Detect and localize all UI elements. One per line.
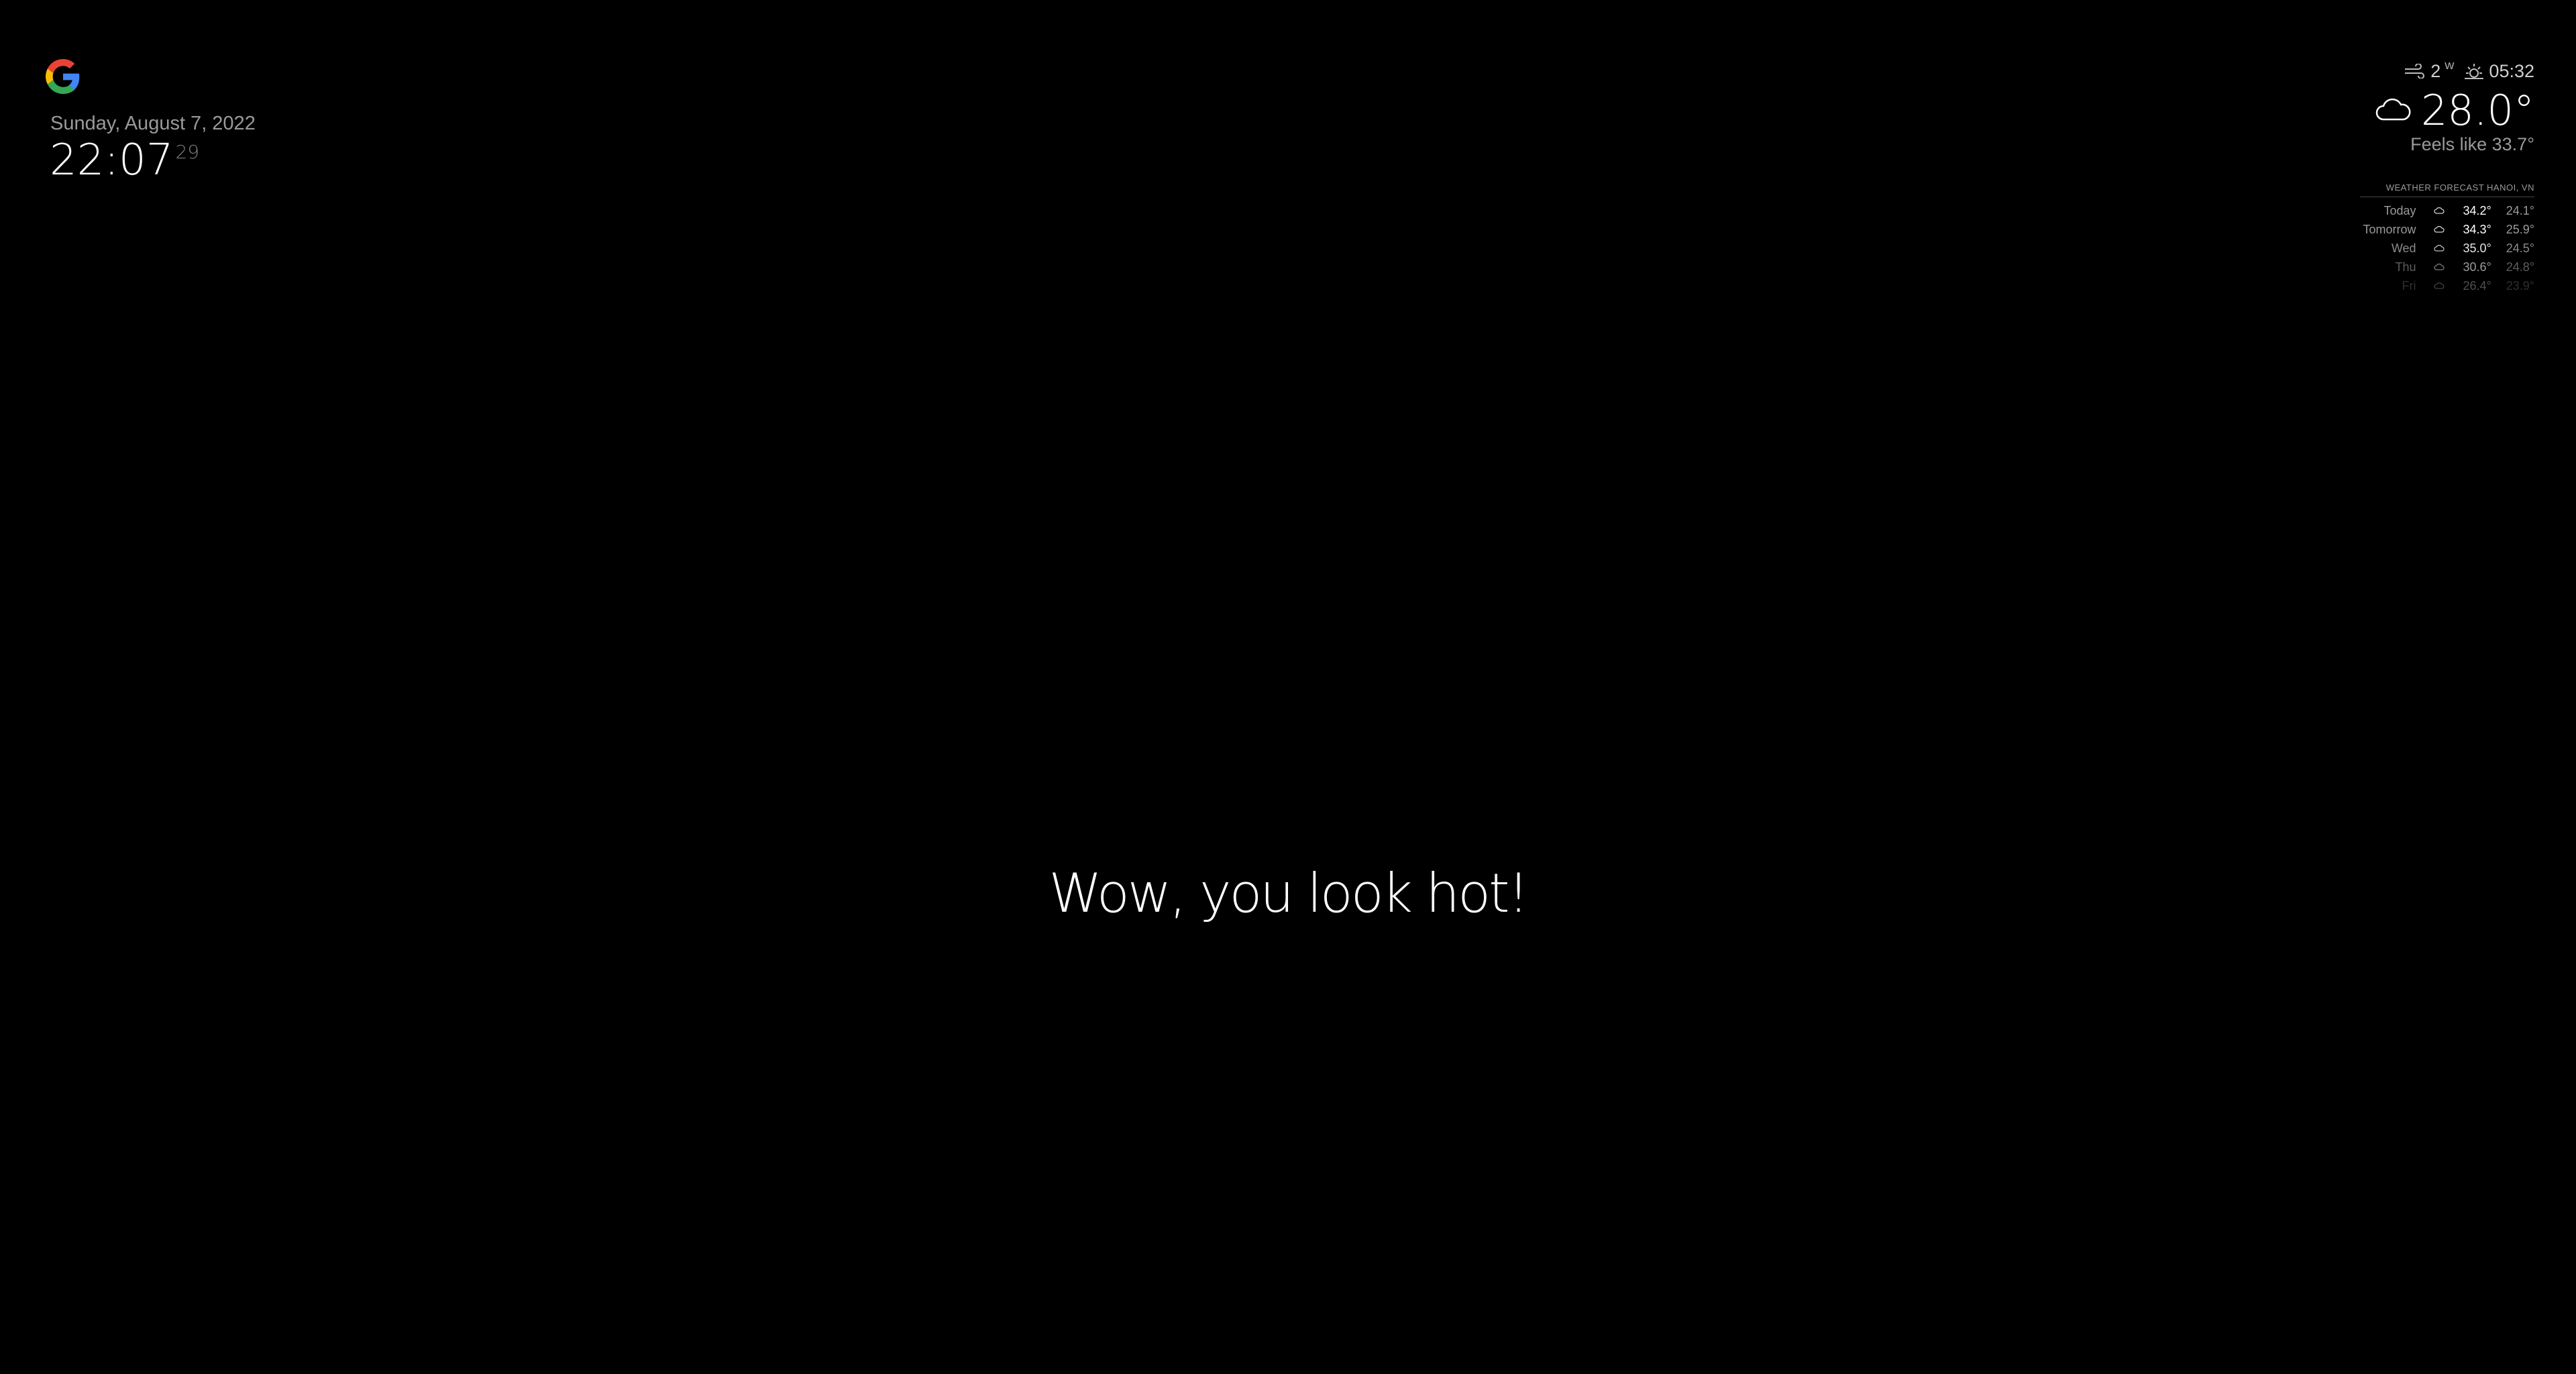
compliment-text: Wow, you look hot!	[1049, 862, 1529, 924]
forecast-day: Wed	[2391, 241, 2416, 255]
forecast-min-temp: 24.5°	[2506, 241, 2534, 255]
sunrise-time: 05:32	[2489, 60, 2534, 81]
google-g-icon	[46, 59, 80, 94]
current-temperature: 28.0°	[2420, 85, 2534, 135]
forecast-row: Wed 35.0° 24.5°	[2363, 239, 2534, 258]
forecast-min-temp: 24.8°	[2506, 260, 2534, 274]
forecast-max-temp: 34.3°	[2463, 222, 2491, 236]
forecast-day: Today	[2383, 203, 2416, 217]
sunrise-icon	[2465, 64, 2484, 79]
forecast-max-temp: 35.0°	[2463, 241, 2491, 255]
cloud-sun-icon	[2433, 207, 2445, 214]
feels-like-text: Feels like 33.7°	[2410, 134, 2534, 154]
forecast-row: Fri 26.4° 23.9°	[2363, 276, 2534, 295]
forecast-max-temp: 26.4°	[2463, 278, 2491, 293]
forecast-table: Today 34.2° 24.1° Tomorrow 34.3° 25.9° Wed 35.0…	[2363, 201, 2534, 295]
forecast-row: Tomorrow 34.3° 25.9°	[2363, 220, 2534, 239]
wind-speed: 2	[2430, 60, 2441, 81]
cloud-sun-icon	[2433, 244, 2445, 252]
forecast-day: Fri	[2402, 278, 2416, 293]
cloud-sun-icon	[2433, 225, 2445, 233]
clock-time: 22:07	[50, 136, 174, 185]
forecast-max-temp: 30.6°	[2463, 260, 2491, 274]
wind-icon	[2405, 64, 2425, 78]
magic-mirror-screen: Sunday, August 7, 2022 22:07 29 Wow, you …	[0, 0, 2576, 1374]
forecast-day: Thu	[2395, 260, 2416, 274]
forecast-min-temp: 23.9°	[2506, 278, 2534, 293]
forecast-day: Tomorrow	[2363, 222, 2416, 236]
forecast-header: WEATHER FORECAST HANOI, VN	[2360, 182, 2534, 197]
cloud-icon	[2433, 282, 2445, 289]
forecast-row: Today 34.2° 24.1°	[2363, 201, 2534, 220]
forecast-max-temp: 34.2°	[2463, 203, 2491, 217]
wind-direction: W	[2445, 60, 2455, 72]
forecast-row: Thu 30.6° 24.8°	[2363, 258, 2535, 276]
cloud-sun-icon	[2433, 263, 2445, 270]
clock-seconds: 29	[175, 141, 200, 163]
current-temp-row: 28.0°	[2159, 85, 2534, 135]
forecast-min-temp: 24.1°	[2506, 203, 2534, 217]
weather-wind-sun-row: 2W 05:32	[2159, 58, 2534, 85]
date-text: Sunday, August 7, 2022	[50, 113, 256, 134]
weather-module: 2W 05:32 28.0° Feels like 33.7° WEATHER …	[2159, 58, 2534, 295]
forecast-min-temp: 25.9°	[2506, 222, 2534, 236]
cloud-icon	[2375, 98, 2411, 121]
clock: 22:07 29	[50, 136, 199, 185]
